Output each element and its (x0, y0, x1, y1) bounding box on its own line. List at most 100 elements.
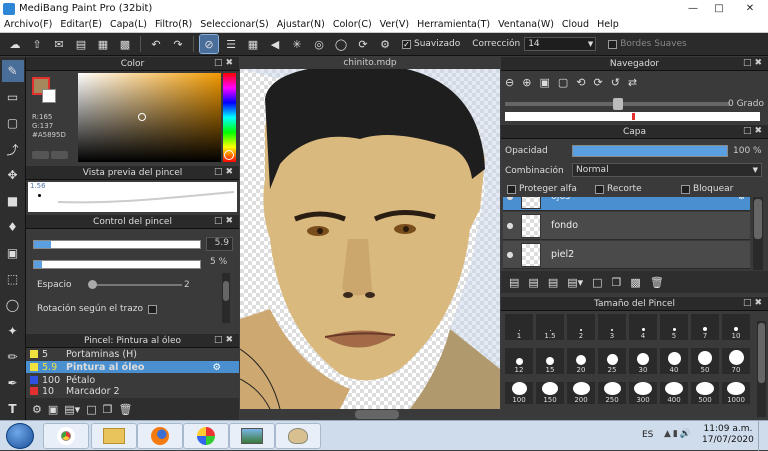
move-tool-icon[interactable]: ✥ (2, 164, 24, 186)
visibility-icon[interactable]: ● (503, 221, 517, 230)
snap-off-icon[interactable]: ⊘ (199, 34, 219, 54)
canvas-scrollbar[interactable] (240, 409, 500, 420)
brush-size-value[interactable]: 5.9 (206, 237, 233, 251)
grid-icon[interactable]: ▦ (94, 35, 112, 53)
new-8bit-layer-icon[interactable]: ▤ (548, 276, 558, 289)
panel-controls[interactable]: □✖ (214, 216, 236, 226)
scrollbar-thumb[interactable] (754, 199, 762, 239)
menu-cloud[interactable]: Cloud (558, 19, 593, 30)
brush-opacity-slider[interactable] (33, 260, 201, 269)
portrait-drawing[interactable] (240, 69, 500, 409)
taskbar-chrome[interactable] (43, 423, 89, 449)
panel-controls[interactable]: □✖ (214, 167, 236, 177)
rotation-slider-handle[interactable] (613, 98, 623, 110)
brush-size-option[interactable]: 1 (505, 314, 533, 340)
settings-gear-icon[interactable]: ⚙ (376, 35, 394, 53)
brush-copy-icon[interactable]: ▣ (48, 403, 58, 416)
gradient-tool-icon[interactable]: ▣ (2, 242, 24, 264)
saturation-value-picker[interactable] (78, 73, 221, 162)
folder-icon[interactable]: □ (86, 403, 96, 416)
new-layer-icon[interactable]: ▤ (509, 276, 519, 289)
navigator-thumbnail[interactable] (505, 112, 760, 121)
menu-seleccionar[interactable]: Seleccionar(S) (196, 19, 272, 30)
comment-icon[interactable]: ✉ (50, 35, 68, 53)
brush-new-icon[interactable]: ▤▾ (64, 403, 80, 416)
menu-ver[interactable]: Ver(V) (376, 19, 413, 30)
brush-size-option[interactable]: 100 (505, 382, 533, 404)
menu-ventana[interactable]: Ventana(W) (494, 19, 558, 30)
rotation-slider[interactable] (505, 98, 730, 110)
system-tray-icons[interactable]: ▲▮🔊 (664, 429, 693, 439)
brush-size-option[interactable]: 250 (598, 382, 626, 404)
dot-tool-icon[interactable]: ▢ (2, 112, 24, 134)
layer-row-selected[interactable]: ● ojos ⚙ (503, 197, 750, 211)
bordes-suaves-checkbox[interactable]: Bordes Suaves (608, 39, 687, 49)
flip-horizontal-icon[interactable]: ⇄ (628, 76, 637, 89)
visibility-icon[interactable]: ● (503, 250, 517, 259)
trash-icon[interactable]: 🗑 (118, 403, 132, 416)
folder-icon[interactable]: □ (592, 276, 602, 289)
layer-row[interactable]: ● piel2 (503, 241, 750, 269)
notes-icon[interactable]: ▤ (72, 35, 90, 53)
brush-size-option[interactable]: 25 (598, 348, 626, 374)
bloquear-checkbox[interactable]: Bloquear (681, 184, 733, 194)
brush-item-selected[interactable]: 5.9 Pintura al óleo ⚙ (26, 361, 239, 373)
cross-snap-icon[interactable]: ▦ (244, 35, 262, 53)
rotate-left-icon[interactable]: ⟲ (576, 76, 585, 89)
brush-size-option[interactable]: 200 (567, 382, 595, 404)
curve-snap-icon[interactable]: ◯ (332, 35, 350, 53)
close-window-button[interactable]: ✕ (732, 0, 768, 17)
undo-icon[interactable]: ↶ (147, 35, 165, 53)
visibility-icon[interactable]: ● (503, 197, 517, 201)
brush-size-option[interactable]: 1000 (722, 382, 750, 404)
rotate-right-icon[interactable]: ⟳ (593, 76, 602, 89)
menu-help[interactable]: Help (593, 19, 623, 30)
correccion-select[interactable]: 14 ▼ (524, 37, 597, 51)
cloud-icon[interactable]: ☁ (6, 35, 24, 53)
fit-screen-icon[interactable]: ▣ (539, 76, 549, 89)
brush-size-option[interactable]: 30 (629, 348, 657, 374)
lasso-tool-icon[interactable]: ◯ (2, 294, 24, 316)
layer-scrollbar[interactable] (753, 197, 763, 270)
duplicate-icon[interactable]: ❐ (103, 403, 113, 416)
brush-size-option[interactable]: 50 (691, 348, 719, 374)
layer-settings-gear-icon[interactable]: ⚙ (737, 197, 746, 202)
brush-size-option[interactable]: 500 (691, 382, 719, 404)
secondary-color-swatch[interactable] (42, 89, 56, 103)
menu-editar[interactable]: Editar(E) (56, 19, 106, 30)
color-picker-cursor[interactable] (138, 113, 146, 121)
brush-item[interactable]: 5 Portaminas (H) (26, 348, 239, 360)
maximize-button[interactable]: □ (706, 0, 732, 17)
color-mode-button[interactable] (32, 151, 49, 159)
eyedropper-tool-icon[interactable]: ✒ (2, 372, 24, 394)
panel-controls[interactable]: □✖ (743, 298, 765, 308)
brush-item[interactable]: 10 Marcador 2 (26, 387, 239, 395)
parallel-snap-icon[interactable]: ☰ (222, 35, 240, 53)
recorte-checkbox[interactable]: Recorte (595, 184, 642, 194)
scrollbar-thumb[interactable] (758, 323, 765, 383)
radial-snap-icon[interactable]: ✳ (288, 35, 306, 53)
espacio-slider-handle[interactable] (88, 280, 97, 289)
menu-capa[interactable]: Capa(L) (106, 19, 151, 30)
brush-tool-icon[interactable]: ✎ (1, 60, 24, 82)
panel-controls[interactable]: □✖ (214, 335, 236, 345)
menu-filtro[interactable]: Filtro(R) (151, 19, 196, 30)
export-icon[interactable]: ⇧ (28, 35, 46, 53)
proteger-alfa-checkbox[interactable]: Proteger alfa (507, 184, 577, 194)
brush-size-option[interactable]: 3 (598, 314, 626, 340)
zoom-in-icon[interactable]: ⊕ (522, 76, 531, 89)
redo-icon[interactable]: ↷ (169, 35, 187, 53)
minimize-button[interactable]: — (680, 0, 706, 17)
hue-cursor[interactable] (224, 150, 234, 160)
actual-size-icon[interactable]: ▢ (558, 76, 568, 89)
brush-size-option[interactable]: 70 (722, 348, 750, 374)
taskbar-firefox[interactable] (137, 423, 183, 449)
document-tab[interactable]: chinito.mdp (240, 57, 500, 69)
brush-size-option[interactable]: 5 (660, 314, 688, 340)
scrollbar-thumb[interactable] (223, 281, 229, 301)
merge-layer-icon[interactable]: ▩ (630, 276, 640, 289)
clock[interactable]: 11:09 a.m. 17/07/2020 (702, 424, 754, 446)
trash-icon[interactable]: 🗑 (650, 276, 664, 289)
suavizado-checkbox[interactable]: ✓ Suavizado (402, 39, 460, 49)
brush-size-option[interactable]: 1.5 (536, 314, 564, 340)
